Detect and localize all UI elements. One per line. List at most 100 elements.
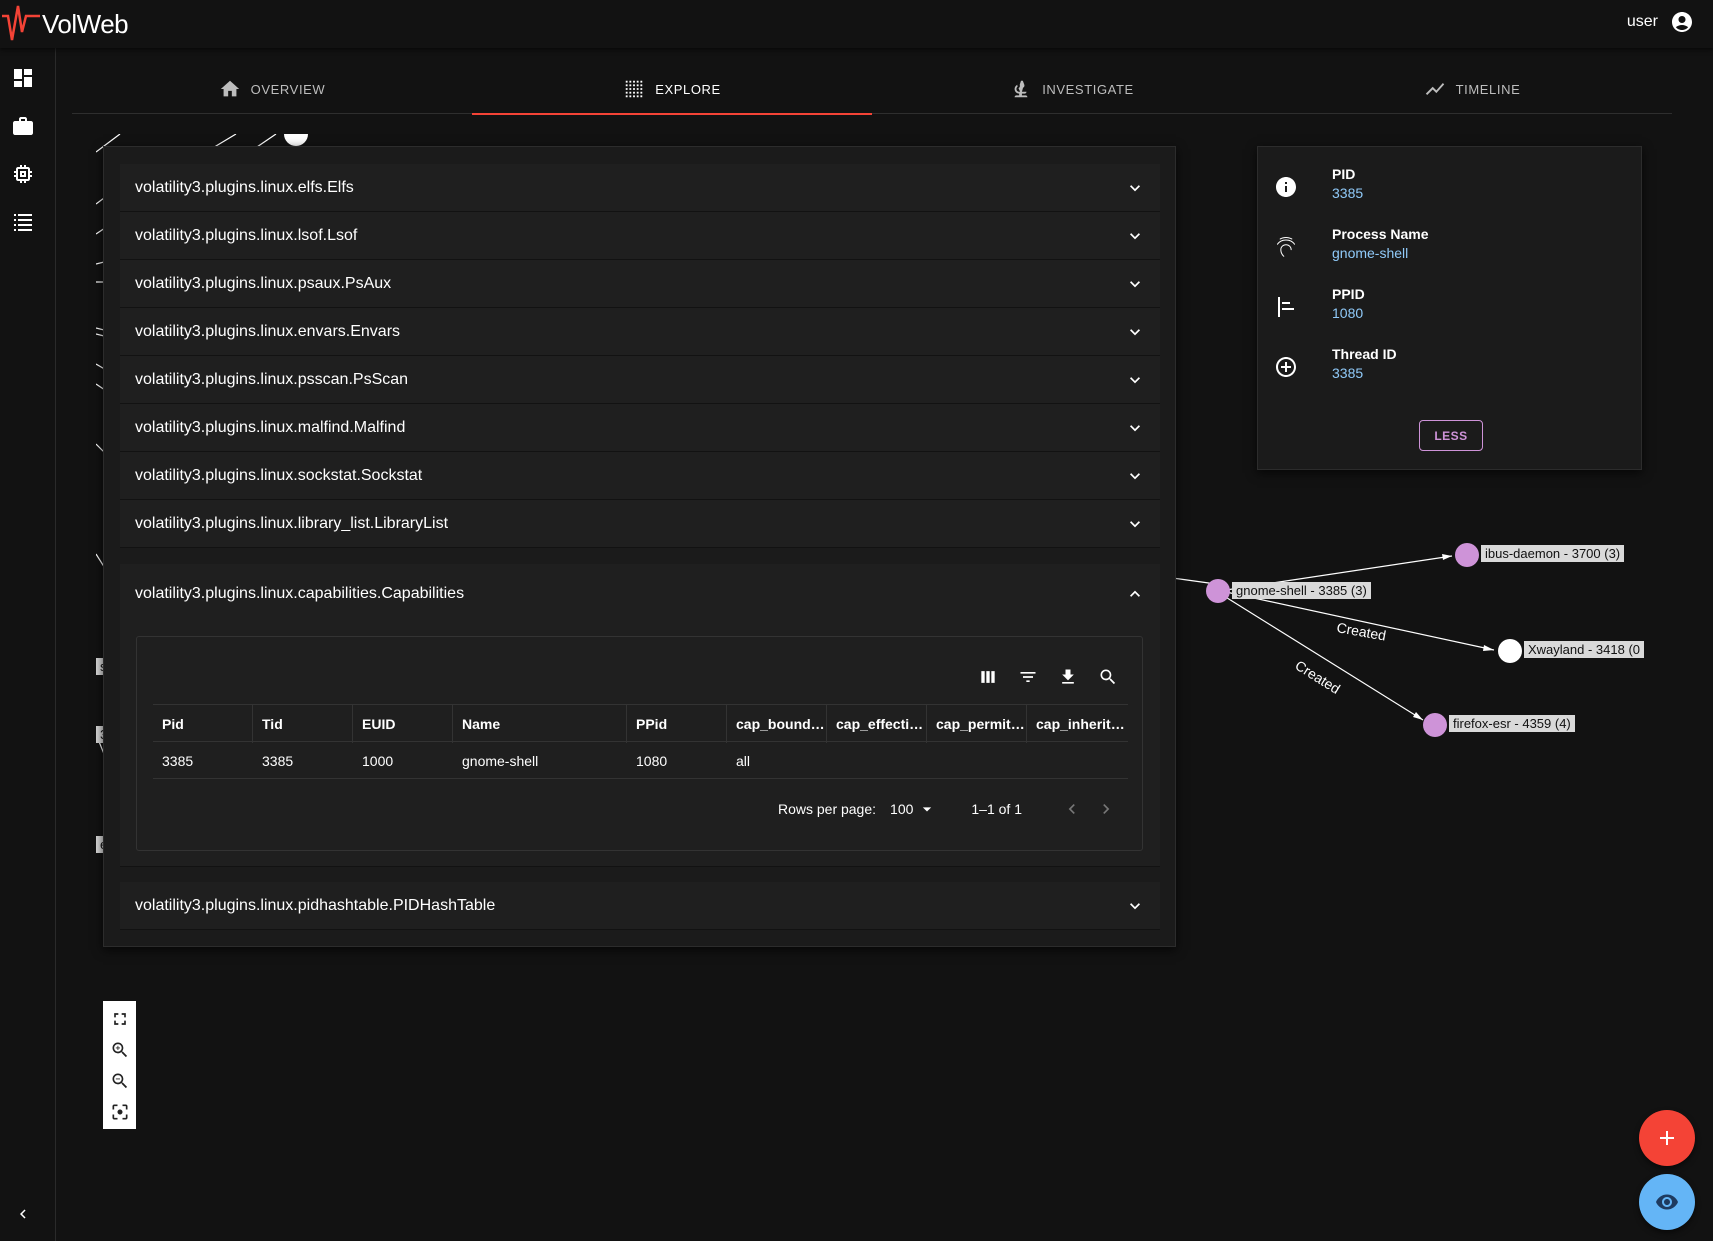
home-icon bbox=[220, 80, 239, 97]
plugin-accordion[interactable]: volatility3.plugins.linux.lsof.Lsof bbox=[120, 212, 1160, 260]
column-header[interactable]: Name bbox=[453, 705, 627, 743]
thread-id-label: Thread ID bbox=[1332, 346, 1397, 362]
download-icon[interactable] bbox=[1058, 667, 1078, 687]
fullscreen-icon[interactable] bbox=[110, 1009, 130, 1029]
grid-dots-icon bbox=[625, 80, 643, 98]
pid-row: PID 3385 bbox=[1274, 162, 1363, 212]
page-range: 1–1 of 1 bbox=[971, 801, 1022, 817]
plugin-accordion[interactable]: volatility3.plugins.linux.psscan.PsScan bbox=[120, 356, 1160, 404]
plugin-title: volatility3.plugins.linux.pidhashtable.P… bbox=[135, 896, 496, 914]
next-page-icon[interactable] bbox=[1096, 799, 1116, 819]
plugin-title: volatility3.plugins.linux.sockstat.Socks… bbox=[135, 466, 423, 484]
zoom-in-icon[interactable] bbox=[110, 1040, 130, 1060]
plugin-accordion[interactable]: volatility3.plugins.linux.envars.Envars bbox=[120, 308, 1160, 356]
expand-chevron-icon[interactable] bbox=[1125, 226, 1145, 246]
column-header[interactable]: Tid bbox=[253, 705, 353, 743]
tab-overview-label: OVERVIEW bbox=[250, 81, 326, 97]
rules-list-icon[interactable] bbox=[11, 210, 35, 234]
zoom-out-icon[interactable] bbox=[110, 1071, 130, 1091]
column-header[interactable]: cap_effecti… bbox=[827, 705, 927, 743]
plugin-accordion-expanded[interactable]: volatility3.plugins.linux.capabilities.C… bbox=[120, 564, 1160, 867]
plugin-title: volatility3.plugins.linux.psscan.PsScan bbox=[135, 370, 409, 388]
column-header[interactable]: cap_bound… bbox=[727, 705, 827, 743]
search-icon[interactable] bbox=[1098, 667, 1118, 687]
node-firefox-esr bbox=[1423, 713, 1447, 737]
ppid-label: PPID bbox=[1332, 286, 1365, 302]
process-info-card: PID 3385 Process Name gnome-shell PPID 1080… bbox=[1257, 146, 1642, 470]
main-tabs: OVERVIEW EXPLORE INVESTIGATE TIMELINE bbox=[72, 64, 1672, 115]
less-button[interactable]: LESS bbox=[1419, 420, 1483, 451]
plugin-accordion[interactable]: volatility3.plugins.linux.psaux.PsAux bbox=[120, 260, 1160, 308]
node-label-gnome-shell: gnome-shell - 3385 (3) bbox=[1232, 582, 1371, 599]
table-row[interactable]: 3385 3385 1000 gnome-shell 1080 all bbox=[153, 742, 1128, 779]
plugin-title: volatility3.plugins.linux.elfs.Elfs bbox=[135, 178, 354, 196]
tab-explore[interactable]: EXPLORE bbox=[472, 64, 872, 115]
rows-per-page-select[interactable]: 100 bbox=[890, 799, 937, 819]
plugin-accordion[interactable]: volatility3.plugins.linux.library_list.L… bbox=[120, 500, 1160, 548]
plugin-title: volatility3.plugins.linux.envars.Envars bbox=[135, 322, 401, 340]
tab-investigate[interactable]: INVESTIGATE bbox=[872, 64, 1272, 114]
memory-chip-icon[interactable] bbox=[11, 162, 35, 186]
process-name-row: Process Name gnome-shell bbox=[1274, 222, 1429, 272]
expand-chevron-icon[interactable] bbox=[1125, 514, 1145, 534]
previous-page-icon[interactable] bbox=[1062, 799, 1082, 819]
expand-chevron-icon[interactable] bbox=[1125, 466, 1145, 486]
node-gnome-shell bbox=[1206, 579, 1230, 603]
table-cell: 3385 bbox=[262, 752, 294, 769]
node-ibus-daemon bbox=[1455, 543, 1479, 567]
volweb-logo-icon bbox=[2, 5, 40, 41]
info-icon bbox=[1276, 177, 1296, 197]
user-name: user bbox=[1626, 13, 1658, 30]
expand-chevron-icon[interactable] bbox=[1125, 370, 1145, 390]
expand-chevron-icon[interactable] bbox=[1125, 322, 1145, 342]
plugin-title: volatility3.plugins.linux.psaux.PsAux bbox=[135, 274, 392, 292]
plugin-accordion[interactable]: volatility3.plugins.linux.elfs.Elfs bbox=[120, 164, 1160, 212]
table-cell: 1000 bbox=[362, 752, 394, 769]
app-name: VolWeb bbox=[42, 8, 129, 39]
expand-chevron-icon[interactable] bbox=[1125, 418, 1145, 438]
hierarchy-align-icon bbox=[1278, 297, 1294, 317]
ppid-value: 1080 bbox=[1332, 305, 1364, 321]
process-name-value: gnome-shell bbox=[1332, 245, 1409, 261]
account-circle-icon[interactable] bbox=[1670, 10, 1694, 34]
thread-id-value: 3385 bbox=[1332, 365, 1364, 381]
timeline-chart-icon bbox=[1425, 83, 1444, 95]
collapse-chevron-icon[interactable] bbox=[1125, 584, 1145, 604]
thread-id-row: Thread ID 3385 bbox=[1274, 342, 1397, 392]
graph-controls bbox=[103, 1001, 136, 1129]
edge-label-created: Created bbox=[1292, 657, 1343, 697]
plugin-accordion[interactable]: volatility3.plugins.linux.pidhashtable.P… bbox=[120, 882, 1160, 930]
table-cell: 3385 bbox=[162, 752, 194, 769]
tab-overview[interactable]: OVERVIEW bbox=[72, 64, 472, 114]
dashboard-icon[interactable] bbox=[11, 66, 35, 90]
cases-briefcase-icon[interactable] bbox=[11, 114, 35, 138]
app-logo[interactable]: VolWeb bbox=[0, 2, 129, 46]
view-fab-button[interactable] bbox=[1639, 1174, 1695, 1230]
table-cell bbox=[927, 742, 1027, 779]
app-bar: VolWeb user bbox=[0, 0, 1713, 48]
table-cell bbox=[1027, 742, 1128, 779]
tab-timeline[interactable]: TIMELINE bbox=[1272, 64, 1672, 114]
collapse-sidebar-chevron-icon[interactable] bbox=[14, 1205, 32, 1223]
fingerprint-icon bbox=[1276, 237, 1295, 257]
pid-label: PID bbox=[1332, 166, 1356, 182]
filter-icon[interactable] bbox=[1018, 667, 1038, 687]
tab-investigate-label: INVESTIGATE bbox=[1042, 81, 1134, 97]
user-menu[interactable]: user bbox=[1627, 10, 1694, 34]
sidebar bbox=[0, 48, 56, 1241]
eye-icon bbox=[1656, 1194, 1678, 1210]
column-header[interactable]: Pid bbox=[153, 705, 253, 743]
center-focus-icon[interactable] bbox=[110, 1102, 130, 1122]
add-fab-button[interactable] bbox=[1639, 1110, 1695, 1166]
column-header[interactable]: cap_permit… bbox=[927, 705, 1027, 743]
expand-chevron-icon[interactable] bbox=[1125, 274, 1145, 294]
plugin-accordion[interactable]: volatility3.plugins.linux.sockstat.Socks… bbox=[120, 452, 1160, 500]
columns-icon[interactable] bbox=[978, 667, 998, 687]
plugin-accordion[interactable]: volatility3.plugins.linux.malfind.Malfin… bbox=[120, 404, 1160, 452]
expand-chevron-icon[interactable] bbox=[1125, 178, 1145, 198]
column-header[interactable]: cap_inherit… bbox=[1027, 705, 1128, 743]
column-header[interactable]: EUID bbox=[353, 705, 453, 743]
rows-per-page-value: 100 bbox=[890, 801, 914, 817]
expand-chevron-icon[interactable] bbox=[1125, 896, 1145, 916]
column-header[interactable]: PPid bbox=[627, 705, 727, 743]
